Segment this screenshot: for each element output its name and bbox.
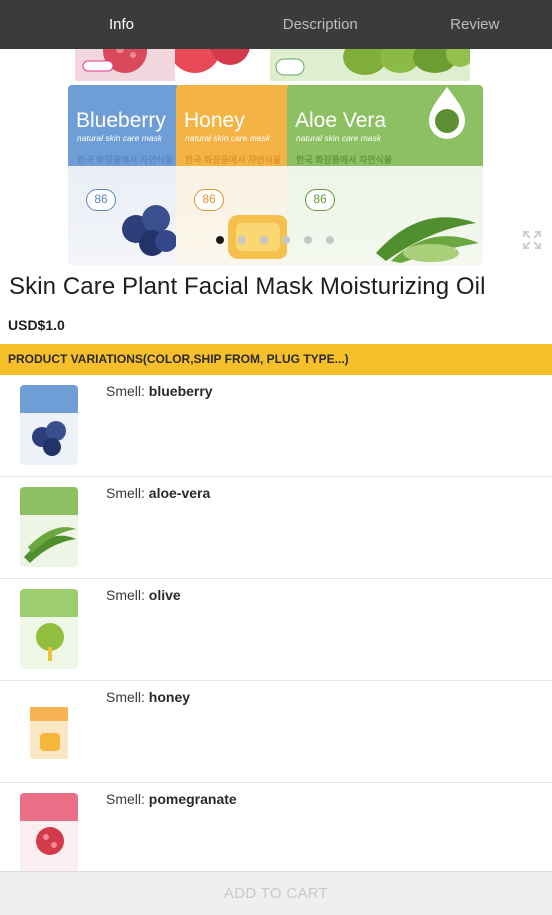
variation-label: Smell: pomegranate — [106, 791, 237, 807]
variation-row-blueberry[interactable]: Smell: blueberry — [0, 375, 552, 477]
add-to-cart-label: ADD TO CART — [223, 885, 329, 902]
variation-label: Smell: olive — [106, 587, 181, 603]
product-image-carousel[interactable]: Blueberry natural skin care mask 한국 화장품에… — [0, 49, 552, 265]
blueberry-art — [122, 205, 176, 256]
variation-value: honey — [148, 689, 191, 705]
pack-subtitle: natural skin care mask — [77, 133, 163, 143]
pack-top-middle — [169, 49, 270, 81]
top-tab-bar: Info Description Review — [0, 0, 552, 49]
product-title: Skin Care Plant Facial Mask Moisturizing… — [9, 273, 486, 300]
variation-value: aloe-vera — [148, 485, 211, 501]
variation-prefix: Smell: — [106, 587, 145, 603]
variation-prefix: Smell: — [106, 791, 145, 807]
tab-review[interactable]: Review — [398, 0, 552, 49]
variation-thumbnail — [20, 793, 78, 873]
variation-thumbnail — [20, 691, 78, 771]
variation-label: Smell: honey — [106, 689, 190, 705]
tab-info[interactable]: Info — [0, 0, 243, 49]
pack-korean: 한국 화장품에서 자연식물 — [77, 155, 174, 165]
expand-icon[interactable] — [522, 230, 542, 250]
pomegranate-art — [82, 49, 147, 73]
variation-prefix: Smell: — [106, 383, 145, 399]
variations-header-label: PRODUCT VARIATIONS(COLOR,SHIP FROM, PLUG… — [8, 352, 349, 366]
pack-row-top — [75, 49, 474, 81]
carousel-dot[interactable] — [260, 236, 268, 244]
variation-thumbnail — [20, 589, 78, 669]
variations-header: PRODUCT VARIATIONS(COLOR,SHIP FROM, PLUG… — [0, 344, 552, 375]
pack-top-left — [75, 49, 175, 81]
carousel-indicator — [216, 236, 334, 244]
pack-number: 86 — [194, 189, 224, 211]
variation-thumbnail — [20, 487, 78, 567]
pack-subtitle: natural skin care mask — [185, 133, 271, 143]
tab-description[interactable]: Description — [243, 0, 398, 49]
pack-number: 86 — [305, 189, 335, 211]
pack-korean: 한국 화장품에서 자연식물 — [185, 155, 282, 165]
torec-logo-icon — [429, 87, 465, 139]
variation-value: blueberry — [148, 383, 213, 399]
variation-thumbnail — [20, 385, 78, 465]
carousel-dot[interactable] — [304, 236, 312, 244]
variation-label: Smell: aloe-vera — [106, 485, 210, 501]
pack-korean: 한국 화장품에서 자연식물 — [296, 155, 393, 165]
variation-row-honey[interactable]: Smell: honey — [0, 681, 552, 783]
aloe-art — [376, 217, 479, 263]
variation-prefix: Smell: — [106, 485, 145, 501]
pack-brand: Blueberry — [76, 109, 166, 132]
blueberry-pack-image: Blueberry natural skin care mask 한국 화장품에… — [68, 85, 180, 265]
pack-top-right — [270, 49, 474, 81]
carousel-dot[interactable] — [282, 236, 290, 244]
carousel-dot[interactable] — [238, 236, 246, 244]
variation-label: Smell: blueberry — [106, 383, 213, 399]
product-price: USD$1.0 — [8, 317, 65, 333]
variation-value: olive — [148, 587, 181, 603]
carousel-dot[interactable] — [326, 236, 334, 244]
variation-list: Smell: blueberry Smell: aloe-vera Smell:… — [0, 375, 552, 885]
variation-row-pomegranate[interactable]: Smell: pomegranate — [0, 783, 552, 885]
honey-art — [228, 215, 288, 259]
variation-prefix: Smell: — [106, 689, 145, 705]
variation-row-aloe-vera[interactable]: Smell: aloe-vera — [0, 477, 552, 579]
carousel-dot[interactable] — [216, 236, 224, 244]
pack-brand: Honey — [184, 109, 245, 132]
variation-value: pomegranate — [148, 791, 237, 807]
variation-row-olive[interactable]: Smell: olive — [0, 579, 552, 681]
pack-subtitle: natural skin care mask — [296, 133, 382, 143]
pack-number: 86 — [86, 189, 116, 211]
add-to-cart-button[interactable]: ADD TO CART — [0, 871, 552, 915]
pack-brand: Aloe Vera — [295, 109, 387, 132]
